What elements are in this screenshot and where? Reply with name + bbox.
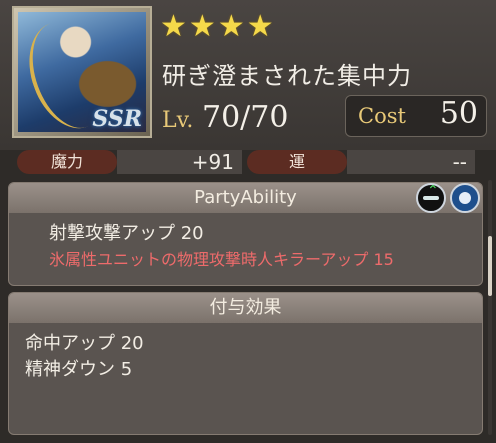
star-rating: ★ ★ ★ ★: [160, 12, 274, 42]
grant-effect-title: 付与効果: [209, 297, 282, 318]
ability-line: 氷属性ユニットの物理攻撃時人キラーアップ 15: [49, 250, 394, 269]
badge-mark: [459, 192, 471, 204]
level-value: 70/70: [202, 100, 289, 135]
cost-value: 50: [439, 96, 478, 131]
cost-label: Cost: [358, 104, 406, 128]
level-label: Lv.: [162, 108, 194, 133]
stat-label-luck: 運: [247, 150, 347, 174]
ability-line: 射撃攻撃アップ 20: [49, 223, 204, 244]
star-icon: ★: [246, 9, 274, 44]
stat-value-magic: +91: [117, 150, 242, 174]
effect-line: 精神ダウン 5: [25, 359, 133, 380]
cost-display: Cost 50: [345, 95, 487, 137]
stat-value-luck: --: [347, 150, 475, 174]
level-display: Lv. 70/70: [160, 100, 340, 135]
grant-effect-header: 付与効果: [9, 293, 482, 323]
star-icon: ★: [188, 9, 216, 44]
effect-line: 命中アップ 20: [25, 333, 144, 354]
grant-effect-body: 命中アップ 20 精神ダウン 5: [9, 323, 482, 391]
stat-row: 魔力 +91 運 --: [0, 150, 496, 176]
card-title: 研ぎ澄まされた集中力: [162, 62, 412, 90]
grant-effect-panel: 付与効果 命中アップ 20 精神ダウン 5: [8, 292, 483, 435]
party-ability-header: PartyAbility ⌃: [9, 183, 482, 213]
star-icon: ★: [217, 9, 245, 44]
party-ability-panel: PartyAbility ⌃ 射撃攻撃アップ 20 氷属性ユニットの物理攻撃時人…: [8, 182, 483, 286]
star-icon: ★: [160, 9, 187, 44]
portrait-frame[interactable]: SSR: [12, 6, 152, 138]
badge-mark: [423, 196, 439, 200]
party-ability-title: PartyAbility: [194, 187, 297, 208]
stat-label-magic: 魔力: [17, 150, 117, 174]
rarity-badge: SSR: [92, 106, 142, 132]
arrow-up-icon: ⌃: [427, 183, 439, 199]
scrollbar-thumb[interactable]: [488, 236, 492, 296]
party-ability-body: 射撃攻撃アップ 20 氷属性ユニットの物理攻撃時人キラーアップ 15: [9, 213, 482, 281]
globe-emblem-icon[interactable]: [450, 183, 480, 213]
bow-attack-up-icon[interactable]: ⌃: [416, 183, 446, 213]
scrollbar-track[interactable]: [488, 180, 492, 435]
